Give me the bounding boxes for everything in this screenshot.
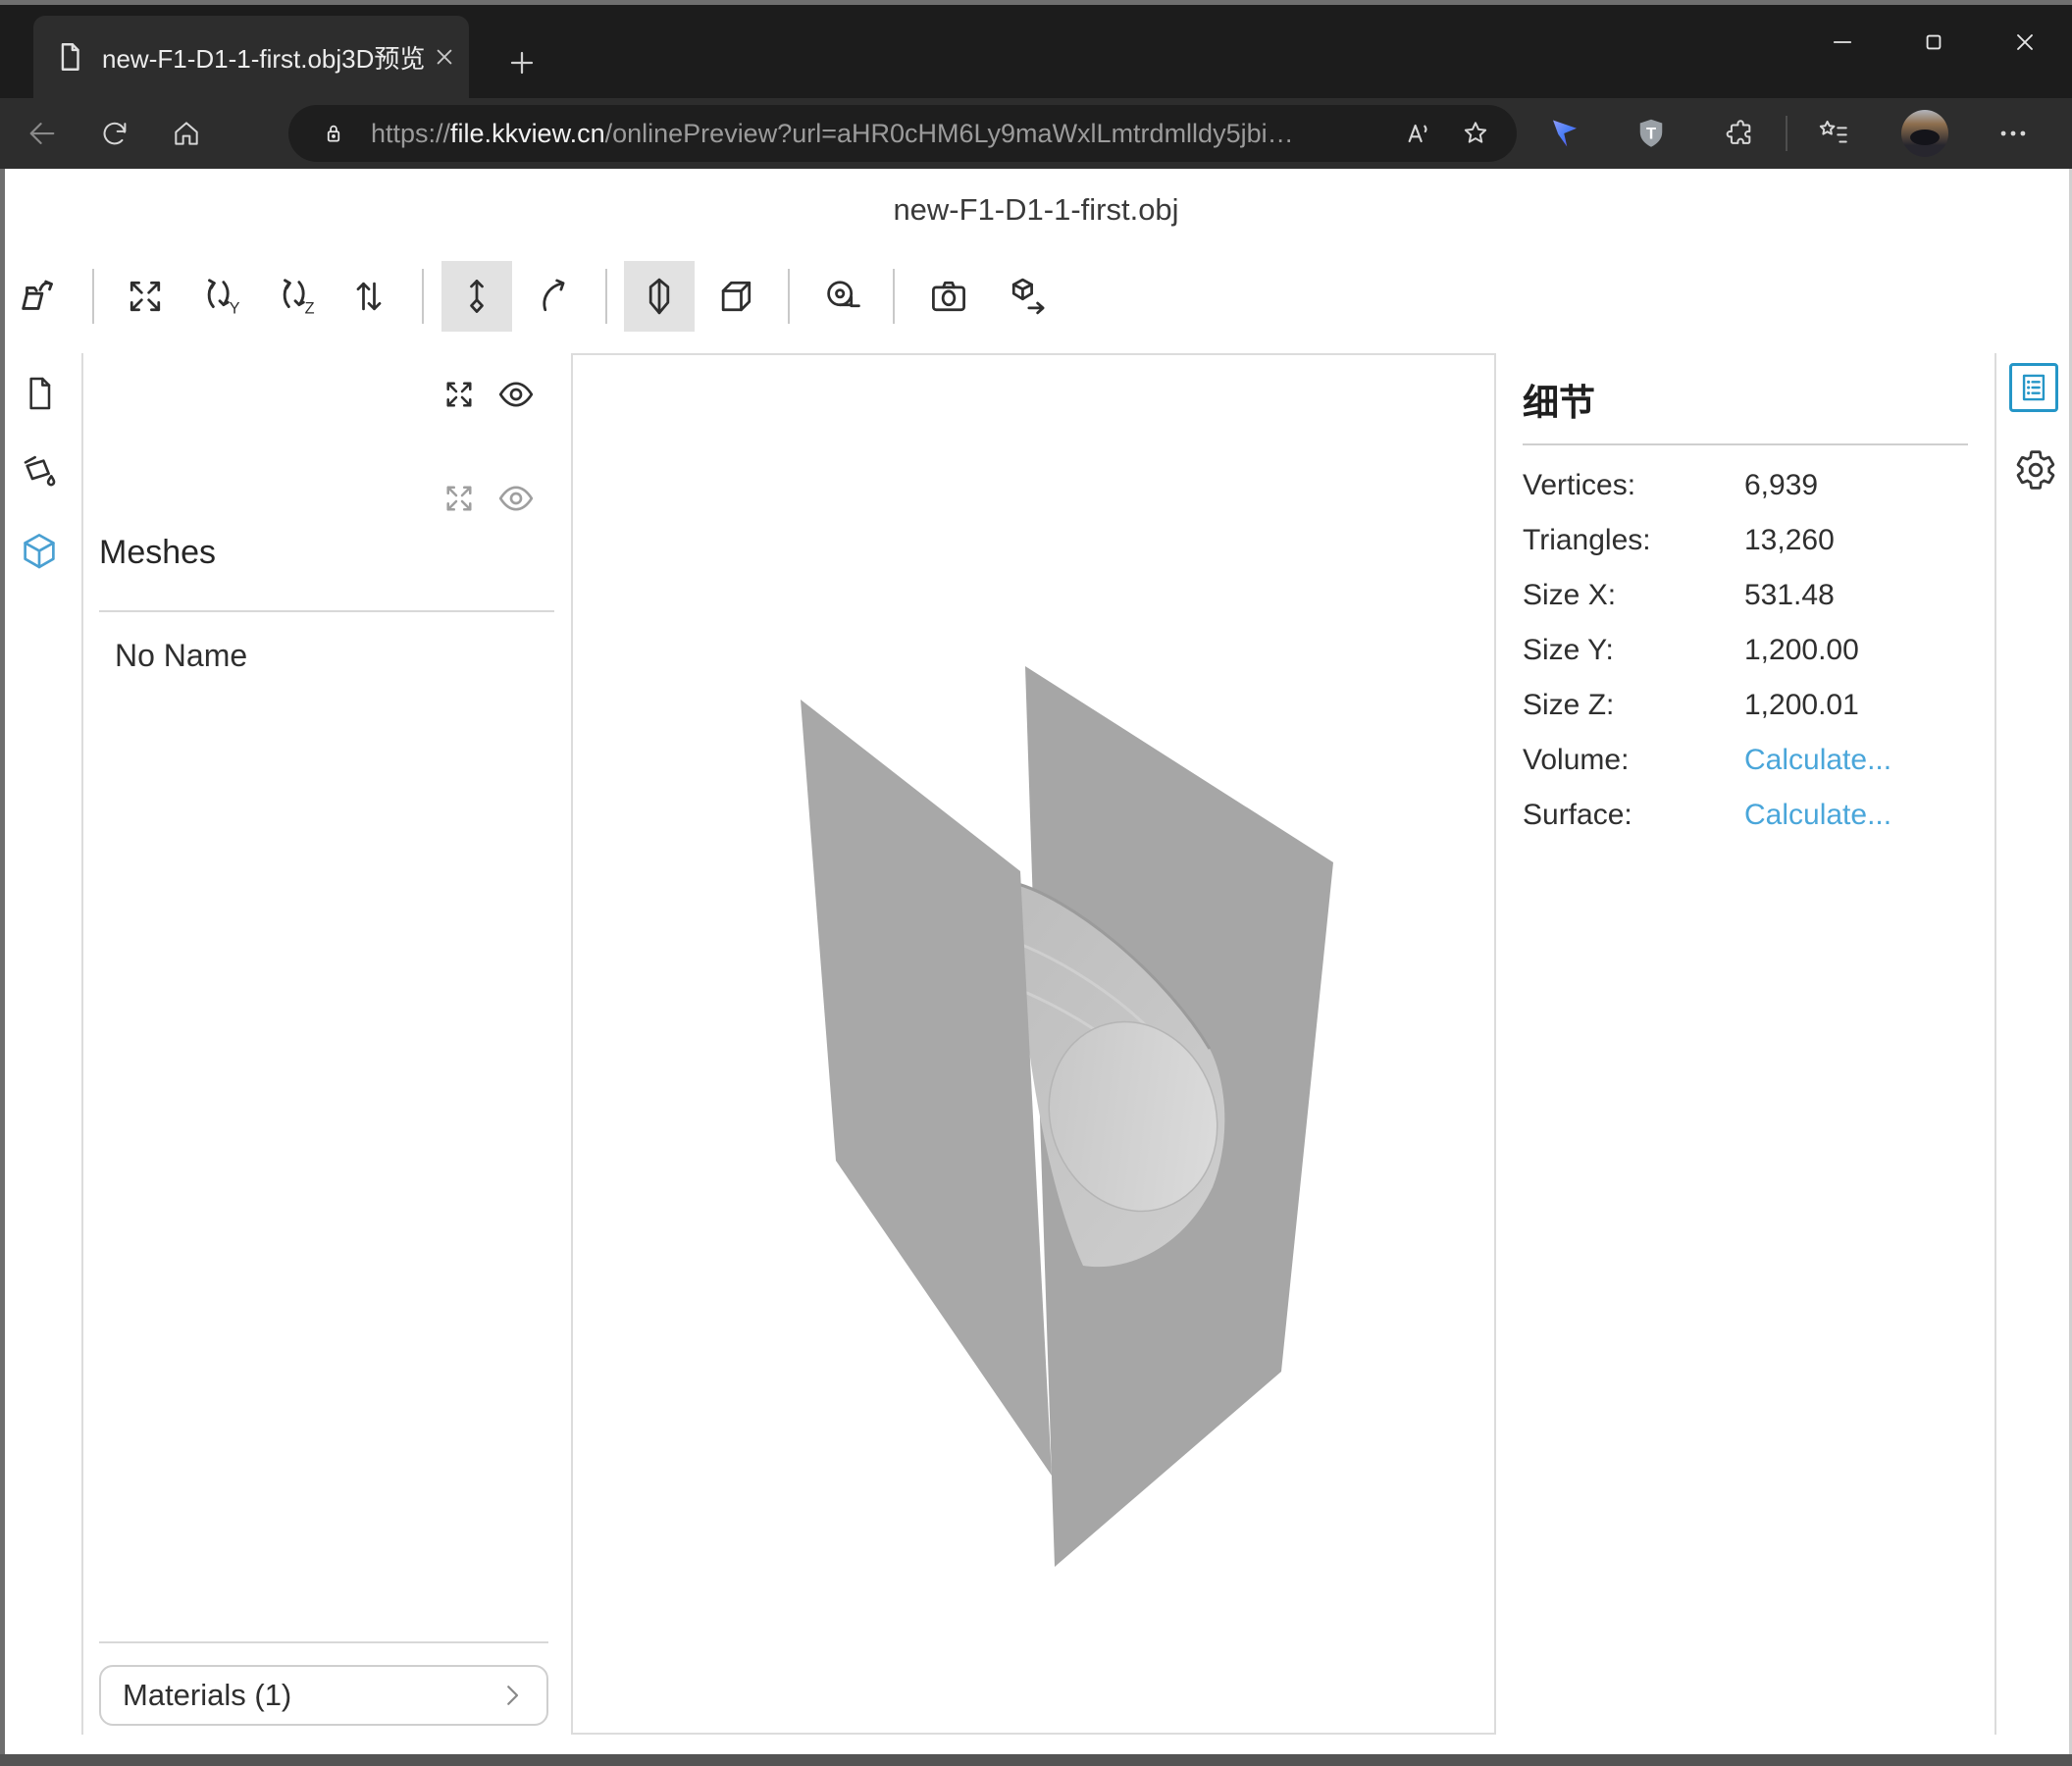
detail-label: Size Y:	[1523, 634, 1744, 667]
flip-vertical-button[interactable]	[334, 261, 404, 332]
materials-label: Materials (1)	[123, 1678, 291, 1713]
file-info-button[interactable]	[0, 359, 78, 428]
toolbar-divider	[1786, 116, 1787, 151]
toolbar-separator	[605, 269, 607, 324]
settings-button[interactable]	[2013, 447, 2058, 493]
url-text[interactable]: https://file.kkview.cn/onlinePreview?url…	[371, 119, 1294, 149]
profile-avatar[interactable]	[1901, 110, 1948, 157]
details-panel-button[interactable]	[2009, 363, 2058, 412]
details-row-size-x: Size X: 531.48	[1523, 568, 1984, 623]
right-strip-divider	[1994, 353, 1996, 1735]
model-render	[573, 355, 1494, 1733]
details-row-surface: Surface: Calculate...	[1523, 788, 1984, 843]
toggle-mesh-visibility-eye-icon[interactable]	[496, 479, 536, 518]
detail-label: Size X:	[1523, 579, 1744, 612]
details-row-size-z: Size Z: 1,200.01	[1523, 678, 1984, 733]
tab-close-icon[interactable]	[434, 46, 455, 68]
detail-value: 6,939	[1744, 469, 1818, 502]
back-button[interactable]	[13, 98, 72, 169]
mesh-plane-left	[801, 700, 1052, 1476]
toggle-all-visibility-eye-icon[interactable]	[496, 375, 536, 414]
refresh-button[interactable]	[85, 98, 144, 169]
page-title: new-F1-D1-1-first.obj	[0, 192, 2072, 228]
measure-button[interactable]	[806, 261, 877, 332]
fit-view-button[interactable]	[110, 261, 181, 332]
materials-paint-button[interactable]	[0, 438, 78, 506]
url-domain: file.kkview.cn	[450, 119, 605, 148]
url-protocol: https://	[371, 119, 450, 148]
browser-tab[interactable]: new-F1-D1-1-first.obj3D预览	[33, 16, 469, 98]
lock-icon[interactable]	[320, 120, 347, 147]
chevron-right-icon	[497, 1681, 527, 1710]
toolbar-separator	[788, 269, 790, 324]
new-tab-button[interactable]	[498, 39, 545, 86]
toolbar-separator	[92, 269, 94, 324]
orbit-button[interactable]	[518, 261, 589, 332]
calculate-surface-link[interactable]: Calculate...	[1744, 799, 1891, 832]
shaded-view-button[interactable]	[624, 261, 695, 332]
meshes-header: Meshes	[99, 534, 216, 572]
details-row-size-y: Size Y: 1,200.00	[1523, 623, 1984, 678]
settings-more-icon[interactable]	[1982, 98, 2045, 169]
maximize-button[interactable]	[1889, 0, 1979, 84]
export-button[interactable]	[992, 261, 1062, 332]
detail-label: Vertices:	[1523, 469, 1744, 502]
detail-label: Volume:	[1523, 744, 1744, 777]
mesh-item-name[interactable]: No Name	[115, 638, 247, 674]
calculate-volume-link[interactable]: Calculate...	[1744, 744, 1891, 777]
address-bar[interactable]: https://file.kkview.cn/onlinePreview?url…	[288, 105, 1517, 162]
extensions-puzzle-icon[interactable]	[1707, 98, 1770, 169]
translate-extension-icon[interactable]	[1533, 98, 1596, 169]
fit-mesh-icon[interactable]	[441, 481, 477, 516]
window-left-edge	[0, 169, 5, 1754]
fit-all-meshes-icon[interactable]	[441, 377, 477, 412]
svg-text:Y: Y	[230, 299, 240, 317]
sidebar-bottom-divider	[99, 1641, 548, 1643]
details-divider	[1523, 443, 1968, 445]
materials-button[interactable]: Materials (1)	[99, 1665, 548, 1726]
toolbar-separator	[893, 269, 895, 324]
open-model-button[interactable]	[4, 261, 75, 332]
shield-extension-icon[interactable]: T	[1620, 98, 1683, 169]
home-button[interactable]	[157, 98, 216, 169]
details-row-triangles: Triangles: 13,260	[1523, 513, 1984, 568]
pan-vertical-button[interactable]	[441, 261, 512, 332]
sidebar-divider	[99, 610, 554, 612]
details-row-vertices: Vertices: 6,939	[1523, 458, 1984, 513]
window-top-edge	[0, 0, 2072, 5]
window-bottom-edge	[0, 1754, 2072, 1766]
svg-text:T: T	[1646, 125, 1656, 142]
detail-label: Size Z:	[1523, 689, 1744, 722]
tab-title: new-F1-D1-1-first.obj3D预览	[102, 39, 425, 76]
model-viewport[interactable]	[571, 353, 1496, 1735]
cube-view-button[interactable]	[700, 261, 771, 332]
model-panel-button[interactable]	[0, 518, 78, 587]
browser-window: new-F1-D1-1-first.obj3D预览 https://file.k…	[0, 0, 2072, 1766]
minimize-button[interactable]	[1797, 0, 1888, 84]
screenshot-button[interactable]	[913, 261, 984, 332]
details-panel-title: 细节	[1523, 373, 1595, 426]
toolbar-separator	[422, 269, 424, 324]
tab-favicon-document-icon	[53, 40, 86, 74]
detail-value: 1,200.00	[1744, 634, 1859, 667]
close-window-button[interactable]	[1980, 0, 2070, 84]
detail-label: Triangles:	[1523, 524, 1744, 557]
details-row-volume: Volume: Calculate...	[1523, 733, 1984, 788]
detail-label: Surface:	[1523, 799, 1744, 832]
detail-value: 531.48	[1744, 579, 1835, 612]
favorite-star-icon[interactable]	[1460, 118, 1491, 149]
left-strip-divider	[81, 353, 83, 1735]
page-content: new-F1-D1-1-first.obj Y	[0, 169, 2072, 1754]
favorites-hub-icon[interactable]	[1802, 98, 1865, 169]
rotate-z-button[interactable]: Z	[261, 261, 332, 332]
detail-value: 13,260	[1744, 524, 1835, 557]
url-path: /onlinePreview?url=aHR0cHM6Ly9maWxlLmtrd…	[605, 119, 1294, 148]
rotate-y-button[interactable]: Y	[185, 261, 256, 332]
read-aloud-icon[interactable]	[1401, 118, 1432, 149]
svg-text:Z: Z	[305, 299, 315, 317]
detail-value: 1,200.01	[1744, 689, 1859, 722]
